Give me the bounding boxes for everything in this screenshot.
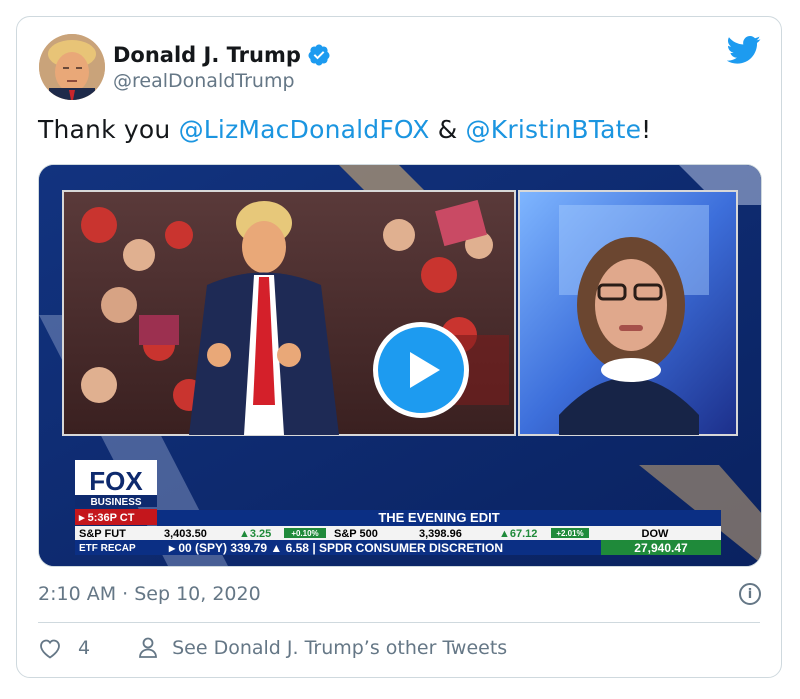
author-name-row[interactable]: Donald J. Trump bbox=[113, 43, 331, 67]
like-button[interactable]: 4 bbox=[38, 637, 90, 659]
tweet-text-suffix: ! bbox=[641, 115, 652, 144]
fox-business-logo: FOX BUSINESS ▸ 5:36P CT bbox=[75, 460, 157, 525]
ticker-row-2: ETF RECAP ▸ 00 (SPY) 339.79 ▲ 6.58 | SPD… bbox=[75, 540, 721, 555]
tweet-text: Thank you @LizMacDonaldFOX & @KristinBTa… bbox=[38, 115, 651, 144]
logo-business-text: BUSINESS bbox=[90, 497, 141, 508]
play-button[interactable] bbox=[373, 322, 469, 418]
ticker-change-sp-fut: ▲3.25 bbox=[239, 528, 271, 540]
ticker-etf-text: ▸ 00 (SPY) 339.79 ▲ 6.58 | SPDR CONSUMER… bbox=[168, 541, 503, 555]
ticker-etf-label: ETF RECAP bbox=[79, 543, 136, 554]
mention-kristin[interactable]: @KristinBTate bbox=[466, 115, 642, 144]
heart-icon bbox=[40, 639, 60, 659]
ticker-value-sp-fut: 3,403.50 bbox=[164, 528, 207, 540]
tweet-card[interactable]: Donald J. Trump @realDonaldTrump Thank y… bbox=[16, 16, 782, 678]
video-player[interactable]: FOX BUSINESS ▸ 5:36P CT THE EVENING EDIT… bbox=[38, 164, 762, 567]
ticker-label-dow: DOW bbox=[642, 528, 670, 540]
tweet-text-prefix: Thank you bbox=[38, 115, 179, 144]
author-handle[interactable]: @realDonaldTrump bbox=[113, 70, 295, 92]
see-other-tweets-link[interactable]: See Donald J. Trump’s other Tweets bbox=[138, 637, 507, 659]
guest-panel bbox=[518, 190, 738, 436]
ticker-pct-sp-500: +2.01% bbox=[556, 529, 583, 538]
tweet-actions: 4 See Donald J. Trump’s other Tweets bbox=[38, 637, 507, 659]
tweet-timestamp[interactable]: 2:10 AM · Sep 10, 2020 bbox=[38, 583, 261, 605]
see-other-tweets-label: See Donald J. Trump’s other Tweets bbox=[172, 637, 508, 659]
person-icon bbox=[139, 637, 157, 658]
ticker-dow-value: 27,940.47 bbox=[634, 541, 688, 555]
broadcast-time: ▸ 5:36P CT bbox=[78, 512, 135, 524]
mention-liz[interactable]: @LizMacDonaldFOX bbox=[179, 115, 430, 144]
ticker-row-1: S&P FUT 3,403.50 ▲3.25 +0.10% S&P 500 3,… bbox=[75, 526, 721, 540]
ticker-label-sp-fut: S&P FUT bbox=[79, 528, 126, 540]
divider bbox=[38, 622, 760, 623]
info-glyph: i bbox=[747, 586, 753, 602]
author-name[interactable]: Donald J. Trump bbox=[113, 43, 301, 67]
avatar[interactable] bbox=[39, 34, 105, 100]
info-icon[interactable]: i bbox=[739, 583, 761, 605]
ticker-label-sp-500: S&P 500 bbox=[334, 528, 378, 540]
like-count: 4 bbox=[78, 637, 91, 659]
verified-icon bbox=[308, 44, 330, 66]
play-icon bbox=[410, 352, 440, 388]
show-title: THE EVENING EDIT bbox=[378, 510, 499, 525]
twitter-bird-icon[interactable] bbox=[727, 35, 761, 65]
tweet-text-middle: & bbox=[429, 115, 466, 144]
ticker-change-sp-500: ▲67.12 bbox=[499, 528, 537, 540]
ticker-value-sp-500: 3,398.96 bbox=[419, 528, 462, 540]
logo-fox-text: FOX bbox=[89, 466, 143, 496]
ticker-pct-sp-fut: +0.10% bbox=[291, 529, 318, 538]
